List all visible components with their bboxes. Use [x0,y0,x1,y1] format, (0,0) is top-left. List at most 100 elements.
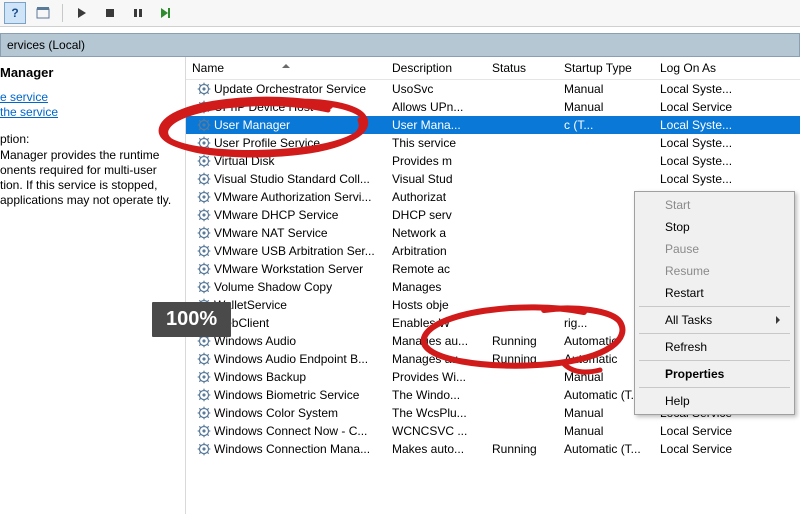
cell-description: The Windo... [386,388,486,402]
service-name-text: Volume Shadow Copy [214,280,386,294]
menu-all-tasks[interactable]: All Tasks [637,309,792,331]
cell-name: VMware Workstation Server [186,261,386,277]
menu-refresh[interactable]: Refresh [637,336,792,358]
cell-startup: Manual [558,100,654,114]
pause-service-button[interactable] [127,2,149,24]
menu-pause[interactable]: Pause [637,238,792,260]
stop-link[interactable]: e service [0,90,48,104]
service-gear-icon [196,171,212,187]
cell-description: UsoSvc [386,82,486,96]
cell-description: User Mana... [386,118,486,132]
service-gear-icon [196,81,212,97]
properties-button[interactable] [32,2,54,24]
table-row[interactable]: User Profile ServiceThis serviceLocal Sy… [186,134,800,152]
cell-logon: Local Service [654,442,764,456]
menu-resume[interactable]: Resume [637,260,792,282]
service-name-text: Windows Color System [214,406,386,420]
cell-logon: Local Syste... [654,82,764,96]
table-row[interactable]: Update Orchestrator ServiceUsoSvcManualL… [186,80,800,98]
service-name-text: Windows Biometric Service [214,388,386,402]
cell-logon: Local Syste... [654,136,764,150]
toolbar: ? [0,0,800,27]
cell-name: Windows Color System [186,405,386,421]
cell-name: User Manager [186,117,386,133]
restart-link[interactable]: the service [0,105,58,119]
service-gear-icon [196,99,212,115]
cell-name: UPnP Device Host [186,99,386,115]
cell-name: Visual Studio Standard Coll... [186,171,386,187]
menu-properties[interactable]: Properties [637,363,792,385]
cell-name: VMware USB Arbitration Ser... [186,243,386,259]
table-row[interactable]: Virtual DiskProvides mLocal Syste... [186,152,800,170]
table-row[interactable]: User ManagerUser Mana...c (T...Local Sys… [186,116,800,134]
col-name[interactable]: Name [186,57,386,79]
service-gear-icon [196,189,212,205]
menu-restart[interactable]: Restart [637,282,792,304]
stop-service-button[interactable] [99,2,121,24]
cell-status: Running [486,442,558,456]
service-name-text: WebClient [214,316,386,330]
service-gear-icon [196,243,212,259]
service-name-text: VMware Workstation Server [214,262,386,276]
col-description[interactable]: Description [386,57,486,79]
service-name-text: User Profile Service [214,136,386,150]
cell-description: DHCP serv [386,208,486,222]
cell-status: Running [486,334,558,348]
cell-description: Arbitration [386,244,486,258]
table-row[interactable]: Windows Connect Now - C...WCNCSVC ...Man… [186,422,800,440]
service-name-text: Windows Audio [214,334,386,348]
menu-separator [639,387,790,388]
cell-description: Manages au... [386,352,486,366]
context-menu: Start Stop Pause Resume Restart All Task… [634,191,795,415]
menu-separator [639,333,790,334]
col-status[interactable]: Status [486,57,558,79]
cell-description: Manages au... [386,334,486,348]
table-row[interactable]: Windows Connection Mana...Makes auto...R… [186,440,800,458]
cell-description: Visual Stud [386,172,486,186]
submenu-arrow-icon [776,316,784,324]
service-gear-icon [196,351,212,367]
cell-name: VMware DHCP Service [186,207,386,223]
cell-logon: Local Service [654,100,764,114]
cell-description: Provides Wi... [386,370,486,384]
service-gear-icon [196,135,212,151]
pane-header-label: ervices (Local) [7,38,85,52]
menu-stop[interactable]: Stop [637,216,792,238]
description-text: Manager provides the runtime onents requ… [0,148,179,208]
menu-help[interactable]: Help [637,390,792,412]
cell-logon: Local Service [654,424,764,438]
pane-header: ervices (Local) [0,33,800,57]
start-service-button[interactable] [71,2,93,24]
cell-name: Windows Connect Now - C... [186,423,386,439]
menu-separator [639,306,790,307]
table-row[interactable]: Visual Studio Standard Coll...Visual Stu… [186,170,800,188]
toolbar-separator [62,4,63,22]
table-row[interactable]: UPnP Device HostAllows UPn...ManualLocal… [186,98,800,116]
service-name-text: VMware Authorization Servi... [214,190,386,204]
help-button[interactable]: ? [4,2,26,24]
col-log-on-as[interactable]: Log On As [654,57,764,79]
cell-name: Windows Backup [186,369,386,385]
restart-service-button[interactable] [155,2,177,24]
cell-startup: Automatic (T... [558,442,654,456]
service-name-text: Windows Connect Now - C... [214,424,386,438]
col-startup-type[interactable]: Startup Type [558,57,654,79]
cell-logon: Local Syste... [654,154,764,168]
service-name-text: User Manager [214,118,386,132]
cell-description: WCNCSVC ... [386,424,486,438]
services-list: Name Description Status Startup Type Log… [186,57,800,514]
service-title: Manager [0,65,179,80]
service-name-text: VMware DHCP Service [214,208,386,222]
description-label: ption: [0,132,179,146]
cell-name: Volume Shadow Copy [186,279,386,295]
menu-separator [639,360,790,361]
cell-name: Windows Audio Endpoint B... [186,351,386,367]
menu-start[interactable]: Start [637,194,792,216]
service-gear-icon [196,387,212,403]
cell-description: Manages [386,280,486,294]
service-gear-icon [196,261,212,277]
service-gear-icon [196,423,212,439]
service-name-text: WalletService [214,298,386,312]
cell-logon: Local Syste... [654,172,764,186]
cell-name: Windows Biometric Service [186,387,386,403]
